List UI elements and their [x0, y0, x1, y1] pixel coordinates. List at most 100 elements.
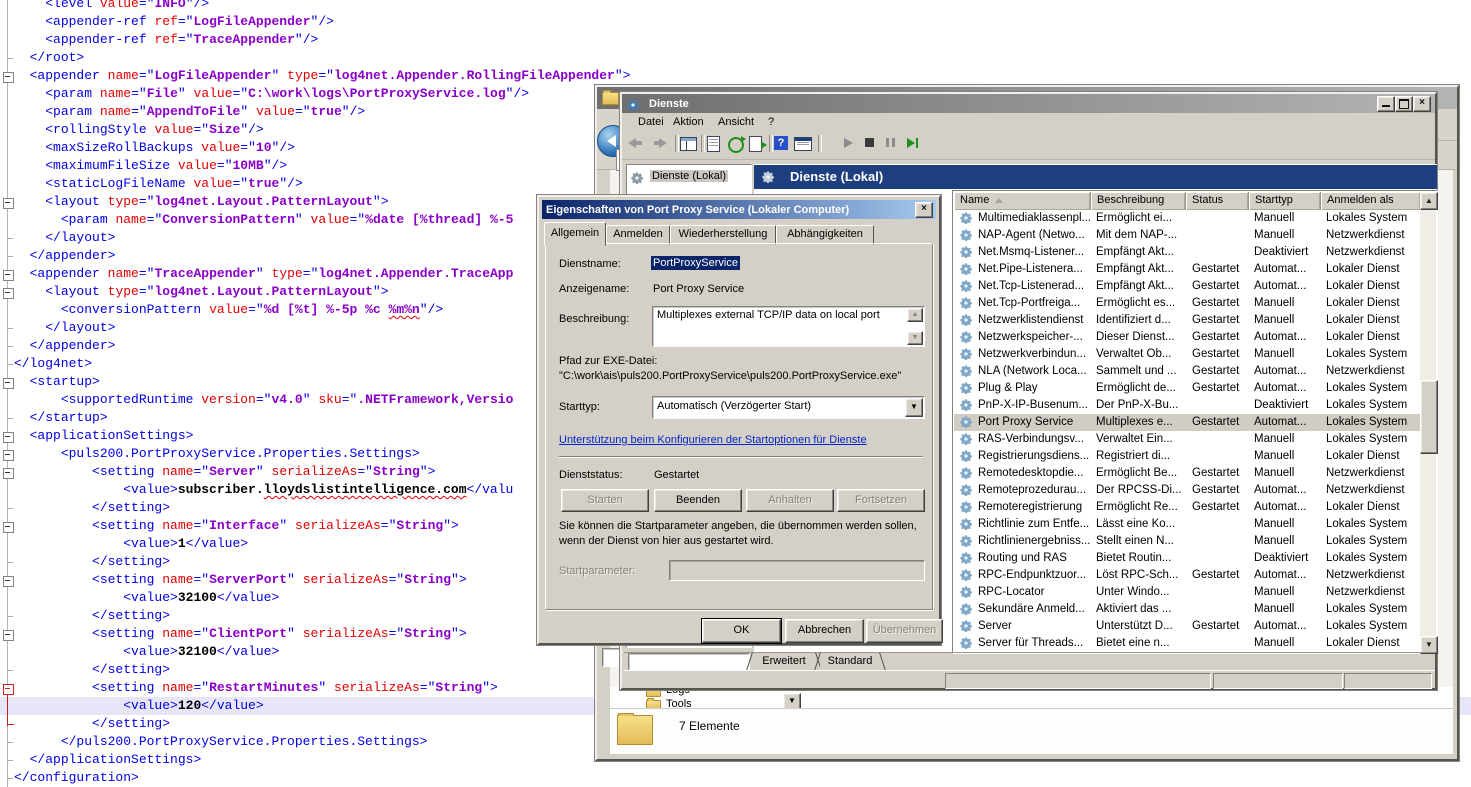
scroll-up-icon[interactable]: ▲ — [907, 308, 923, 322]
window-list-icon[interactable] — [794, 137, 812, 151]
service-status — [1192, 601, 1250, 618]
table-row[interactable]: Remotedesktopdie...Ermöglicht Be...Gesta… — [954, 465, 1420, 482]
table-row[interactable]: Netzwerkspeicher-...Dieser Dienst...Gest… — [954, 329, 1420, 346]
item-count: 7 Elemente — [679, 719, 740, 733]
tab-allgemein[interactable]: Allgemein — [544, 222, 606, 246]
scroll-down-icon[interactable]: ▼ — [907, 331, 923, 345]
fold-tick — [8, 418, 13, 419]
beschreibung-textarea[interactable]: Multiplexes external TCP/IP data on loca… — [652, 306, 925, 347]
fold-marker-icon[interactable] — [3, 198, 14, 209]
table-row[interactable]: NetzwerklistendienstIdentifiziert d...Ge… — [954, 312, 1420, 329]
table-row[interactable]: Sekundäre Anmeld...Aktiviert das ...Manu… — [954, 601, 1420, 618]
ok-button[interactable]: OK — [702, 619, 781, 643]
abbrechen-button[interactable]: Abbrechen — [785, 619, 864, 643]
minimize-button[interactable] — [1377, 96, 1395, 112]
fold-marker-icon[interactable] — [3, 468, 14, 479]
export-list-icon[interactable] — [749, 136, 762, 152]
table-row[interactable]: Registrierungsdiens...Registriert di...M… — [954, 448, 1420, 465]
column-header-anmelden[interactable]: Anmelden als — [1321, 192, 1421, 210]
fold-marker-icon[interactable] — [3, 378, 14, 389]
properties-icon[interactable] — [707, 136, 720, 152]
column-header-status[interactable]: Status — [1186, 192, 1249, 210]
table-row[interactable]: Routing und RASBietet Routin...Deaktivie… — [954, 550, 1420, 567]
tab-standard[interactable]: Standard — [820, 653, 880, 671]
tab-anmelden[interactable]: Anmelden — [606, 225, 670, 245]
table-row[interactable]: Port Proxy ServiceMultiplexes e...Gestar… — [954, 414, 1420, 431]
fold-marker-icon[interactable] — [3, 522, 14, 533]
menu-help[interactable]: ? — [768, 116, 774, 128]
table-row[interactable]: Net.Pipe-Listenera...Empfängt Akt...Gest… — [954, 261, 1420, 278]
menu-aktion[interactable]: Aktion — [673, 116, 704, 128]
uebernehmen-button[interactable]: Übernehmen — [866, 619, 943, 643]
start-service-icon[interactable] — [844, 138, 861, 154]
tab-erweitert[interactable]: Erweitert — [752, 653, 816, 671]
table-row[interactable]: NAP-Agent (Netwo...Mit dem NAP-...Manuel… — [954, 227, 1420, 244]
scroll-up-icon[interactable]: ▲ — [1420, 192, 1438, 210]
beenden-button[interactable]: Beenden — [654, 489, 742, 512]
tab-abhaengigkeiten[interactable]: Abhängigkeiten — [776, 225, 874, 245]
scrollbar-thumb[interactable] — [1420, 380, 1438, 454]
column-header-beschreibung[interactable]: Beschreibung — [1091, 192, 1186, 210]
table-row[interactable]: Multimediaklassenpl...Ermöglicht ei...Ma… — [954, 210, 1420, 227]
service-description: Empfängt Akt... — [1096, 278, 1188, 295]
table-row[interactable]: Net.Tcp-Portfreiga...Ermöglicht es...Ges… — [954, 295, 1420, 312]
refresh-icon[interactable] — [728, 137, 744, 153]
column-header-starttyp[interactable]: Starttyp — [1249, 192, 1321, 210]
table-row[interactable]: Plug & PlayErmöglicht de...GestartetAuto… — [954, 380, 1420, 397]
close-icon[interactable]: × — [1413, 96, 1431, 112]
table-row[interactable]: ServerUnterstützt D...GestartetAutomat..… — [954, 618, 1420, 635]
console-tree-icon[interactable] — [680, 137, 697, 151]
fortsetzen-button[interactable]: Fortsetzen — [837, 489, 925, 512]
menu-datei[interactable]: Datei — [638, 116, 664, 128]
forward-arrow-icon[interactable] — [652, 138, 669, 154]
table-row[interactable]: RAS-Verbindungsv...Verwaltet Ein...Manue… — [954, 431, 1420, 448]
startoptions-link[interactable]: Unterstützung beim Konfigurieren der Sta… — [559, 434, 867, 446]
tree-item-dienste[interactable]: Dienste (Lokal) — [629, 169, 747, 186]
service-name: Net.Msmq-Listener... — [978, 244, 1092, 261]
table-row[interactable]: RemoteregistrierungErmöglicht Re...Gesta… — [954, 499, 1420, 516]
table-row[interactable]: PnP-X-IP-Busenum...Der PnP-X-Bu...Deakti… — [954, 397, 1420, 414]
table-row[interactable]: NLA (Network Loca...Sammelt und ...Gesta… — [954, 363, 1420, 380]
starten-button[interactable]: Starten — [561, 489, 649, 512]
table-row[interactable]: RPC-Endpunktzuor...Löst RPC-Sch...Gestar… — [954, 567, 1420, 584]
menu-ansicht[interactable]: Ansicht — [718, 116, 754, 128]
fold-marker-changed-icon[interactable] — [3, 684, 14, 695]
fold-marker-icon[interactable] — [3, 270, 14, 281]
stop-service-icon[interactable] — [865, 138, 882, 154]
services-titlebar[interactable]: Dienste × — [622, 94, 1435, 113]
table-row[interactable]: Net.Tcp-Listenerad...Empfängt Akt...Gest… — [954, 278, 1420, 295]
fold-marker-icon[interactable] — [3, 450, 14, 461]
table-row[interactable]: Server für Threads...Bietet eine n...Man… — [954, 635, 1420, 652]
anhalten-button[interactable]: Anhalten — [746, 489, 834, 512]
pause-service-icon[interactable] — [886, 138, 903, 154]
table-row[interactable]: Richtlinienergebniss...Stellt einen N...… — [954, 533, 1420, 550]
help-icon[interactable]: ? — [774, 136, 788, 150]
starttyp-combobox[interactable]: Automatisch (Verzögerter Start) ▼ — [652, 396, 925, 419]
dialog-titlebar[interactable]: Eigenschaften von Port Proxy Service (Lo… — [542, 200, 936, 219]
editor-gutter[interactable] — [0, 0, 14, 787]
back-arrow-icon[interactable] — [628, 138, 645, 154]
services-list[interactable]: Name Beschreibung Status Starttyp Anmeld… — [952, 190, 1438, 654]
close-icon[interactable]: × — [915, 202, 933, 218]
service-name: Richtlinienergebniss... — [978, 533, 1092, 550]
dienstname-value[interactable]: PortProxyService — [651, 256, 740, 270]
chevron-down-icon[interactable]: ▼ — [905, 398, 923, 417]
maximize-button[interactable] — [1395, 96, 1413, 112]
fold-marker-icon[interactable] — [3, 630, 14, 641]
restart-service-icon[interactable] — [907, 138, 924, 154]
properties-dialog[interactable]: Eigenschaften von Port Proxy Service (Lo… — [537, 195, 941, 645]
vertical-scrollbar[interactable]: ▲ ▼ — [1420, 192, 1436, 652]
table-row[interactable]: Richtlinie zum Entfe...Lässt eine Ko...M… — [954, 516, 1420, 533]
fold-marker-icon[interactable] — [3, 576, 14, 587]
fold-marker-icon[interactable] — [3, 72, 14, 83]
explorer-field-fragment[interactable] — [602, 648, 621, 667]
fold-marker-icon[interactable] — [3, 432, 14, 443]
fold-marker-icon[interactable] — [3, 288, 14, 299]
table-row[interactable]: RPC-LocatorUnter Windo...ManuellNetzwerk… — [954, 584, 1420, 601]
tab-wiederherstellung[interactable]: Wiederherstellung — [670, 225, 776, 245]
table-row[interactable]: Remoteprozedurau...Der RPCSS-Di...Gestar… — [954, 482, 1420, 499]
startparameter-input[interactable] — [669, 560, 925, 581]
column-header-name[interactable]: Name — [954, 192, 1091, 210]
table-row[interactable]: Net.Msmq-Listener...Empfängt Akt...Deakt… — [954, 244, 1420, 261]
table-row[interactable]: Netzwerkverbindun...Verwaltet Ob...Gesta… — [954, 346, 1420, 363]
